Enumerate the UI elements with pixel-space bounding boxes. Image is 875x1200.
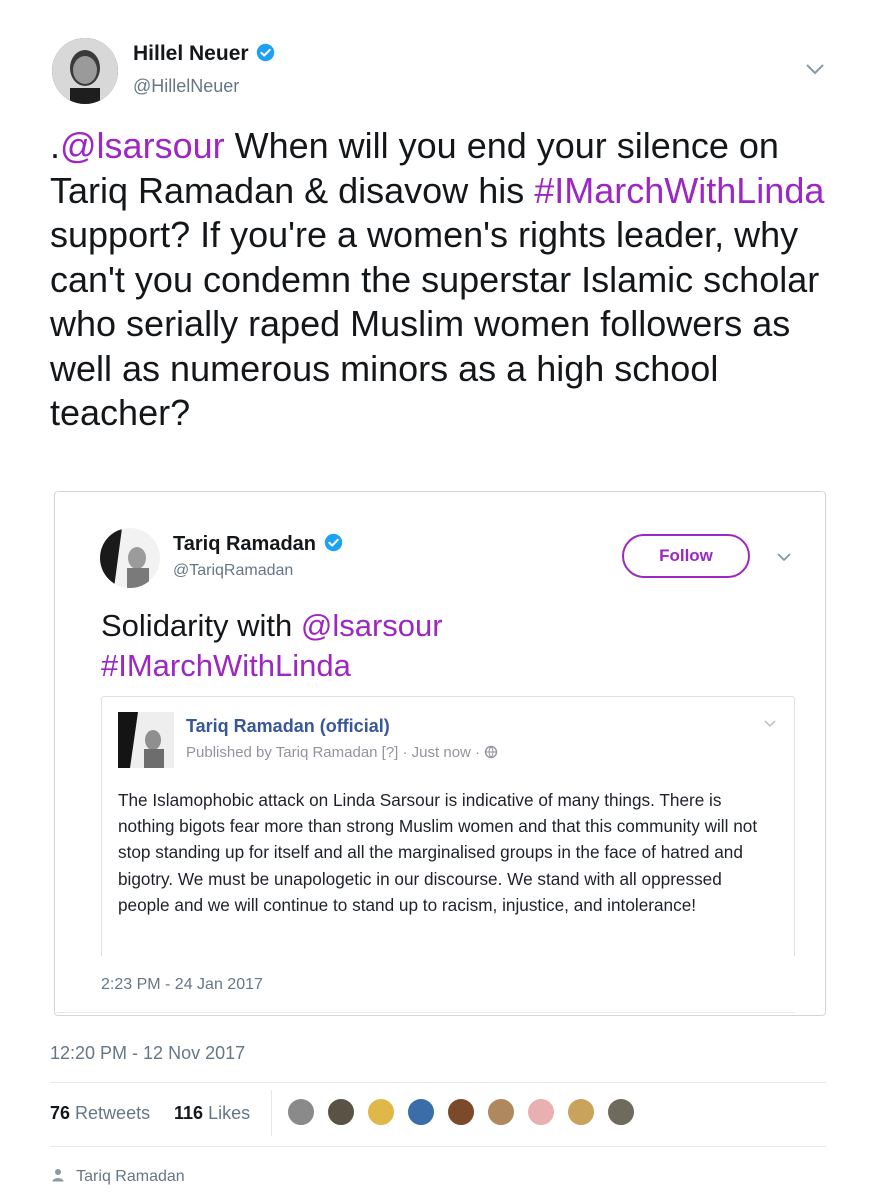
chevron-down-icon [777,553,791,562]
liker-avatar[interactable] [286,1097,316,1127]
fb-page-name: Tariq Ramadan (official) [186,716,390,736]
stats-separator [271,1090,272,1136]
author-name[interactable]: Hillel Neuer [133,42,275,66]
quoted-author-name[interactable]: Tariq Ramadan [173,533,343,556]
quoted-timestamp[interactable]: 2:23 PM - 24 Jan 2017 [101,976,263,994]
quoted-tweet-text: Solidarity with @lsarsour #IMarchWithLin… [101,606,781,686]
tweet-menu-button[interactable] [804,62,828,82]
tweet-text-part-2: support? If you're a women's rights lead… [50,214,820,433]
quoted-menu-button[interactable] [775,550,795,564]
retweets-stat[interactable]: 76 Retweets [50,1103,150,1124]
fb-post-meta-text: Published by Tariq Ramadan [?] · Just no… [186,744,481,761]
hashtag-link[interactable]: #IMarchWithLinda [534,170,824,211]
likes-stat[interactable]: 116 Likes [174,1103,250,1124]
quoted-author-handle[interactable]: @TariqRamadan [173,562,293,580]
author-handle[interactable]: @HillelNeuer [133,76,239,97]
follow-button[interactable]: Follow [622,534,750,578]
fb-page-avatar [118,712,174,768]
mention-prefix: . [50,125,61,166]
liker-avatar[interactable] [366,1097,396,1127]
author-name-text: Hillel Neuer [133,42,249,65]
liker-avatar[interactable] [526,1097,556,1127]
fb-post-chevron [763,716,779,728]
quoted-author-name-text: Tariq Ramadan [173,533,316,555]
related-user-row[interactable]: Tariq Ramadan [52,1168,185,1186]
liker-avatars [286,1097,646,1131]
chevron-down-icon [806,64,824,75]
chevron-down-icon [764,720,776,728]
tweet-timestamp[interactable]: 12:20 PM - 12 Nov 2017 [50,1043,245,1064]
liker-avatar[interactable] [566,1097,596,1127]
related-user-name: Tariq Ramadan [76,1168,185,1185]
quoted-hashtag-link[interactable]: #IMarchWithLinda [101,648,351,683]
likes-label: Likes [208,1103,251,1123]
liker-avatar[interactable] [486,1097,516,1127]
quoted-avatar-image [100,528,160,588]
stats-bottom-divider [50,1146,826,1147]
retweets-count: 76 [50,1103,71,1123]
fb-post-meta: Published by Tariq Ramadan [?] · Just no… [186,744,498,761]
likes-count: 116 [174,1103,204,1123]
quoted-mention-link[interactable]: @lsarsour [301,608,443,643]
verified-badge-icon [257,43,275,62]
quoted-card-divider [56,1012,796,1013]
quoted-text-part-1: Solidarity with [101,608,301,643]
globe-icon [485,745,498,759]
fb-page-avatar-image [118,712,174,768]
liker-avatar[interactable] [446,1097,476,1127]
person-icon [52,1169,64,1182]
mention-link[interactable]: @lsarsour [60,125,225,166]
retweets-label: Retweets [75,1103,151,1123]
verified-badge-icon [324,534,342,552]
tweet-text: .@lsarsour When will you end your silenc… [50,124,840,436]
liker-avatar[interactable] [606,1097,636,1127]
liker-avatar[interactable] [326,1097,356,1127]
author-avatar[interactable] [52,38,118,104]
stats-top-divider [50,1082,826,1083]
author-avatar-image [52,38,118,104]
fb-post-body: The Islamophobic attack on Linda Sarsour… [118,790,758,915]
liker-avatar[interactable] [406,1097,436,1127]
quoted-avatar[interactable] [100,528,160,588]
